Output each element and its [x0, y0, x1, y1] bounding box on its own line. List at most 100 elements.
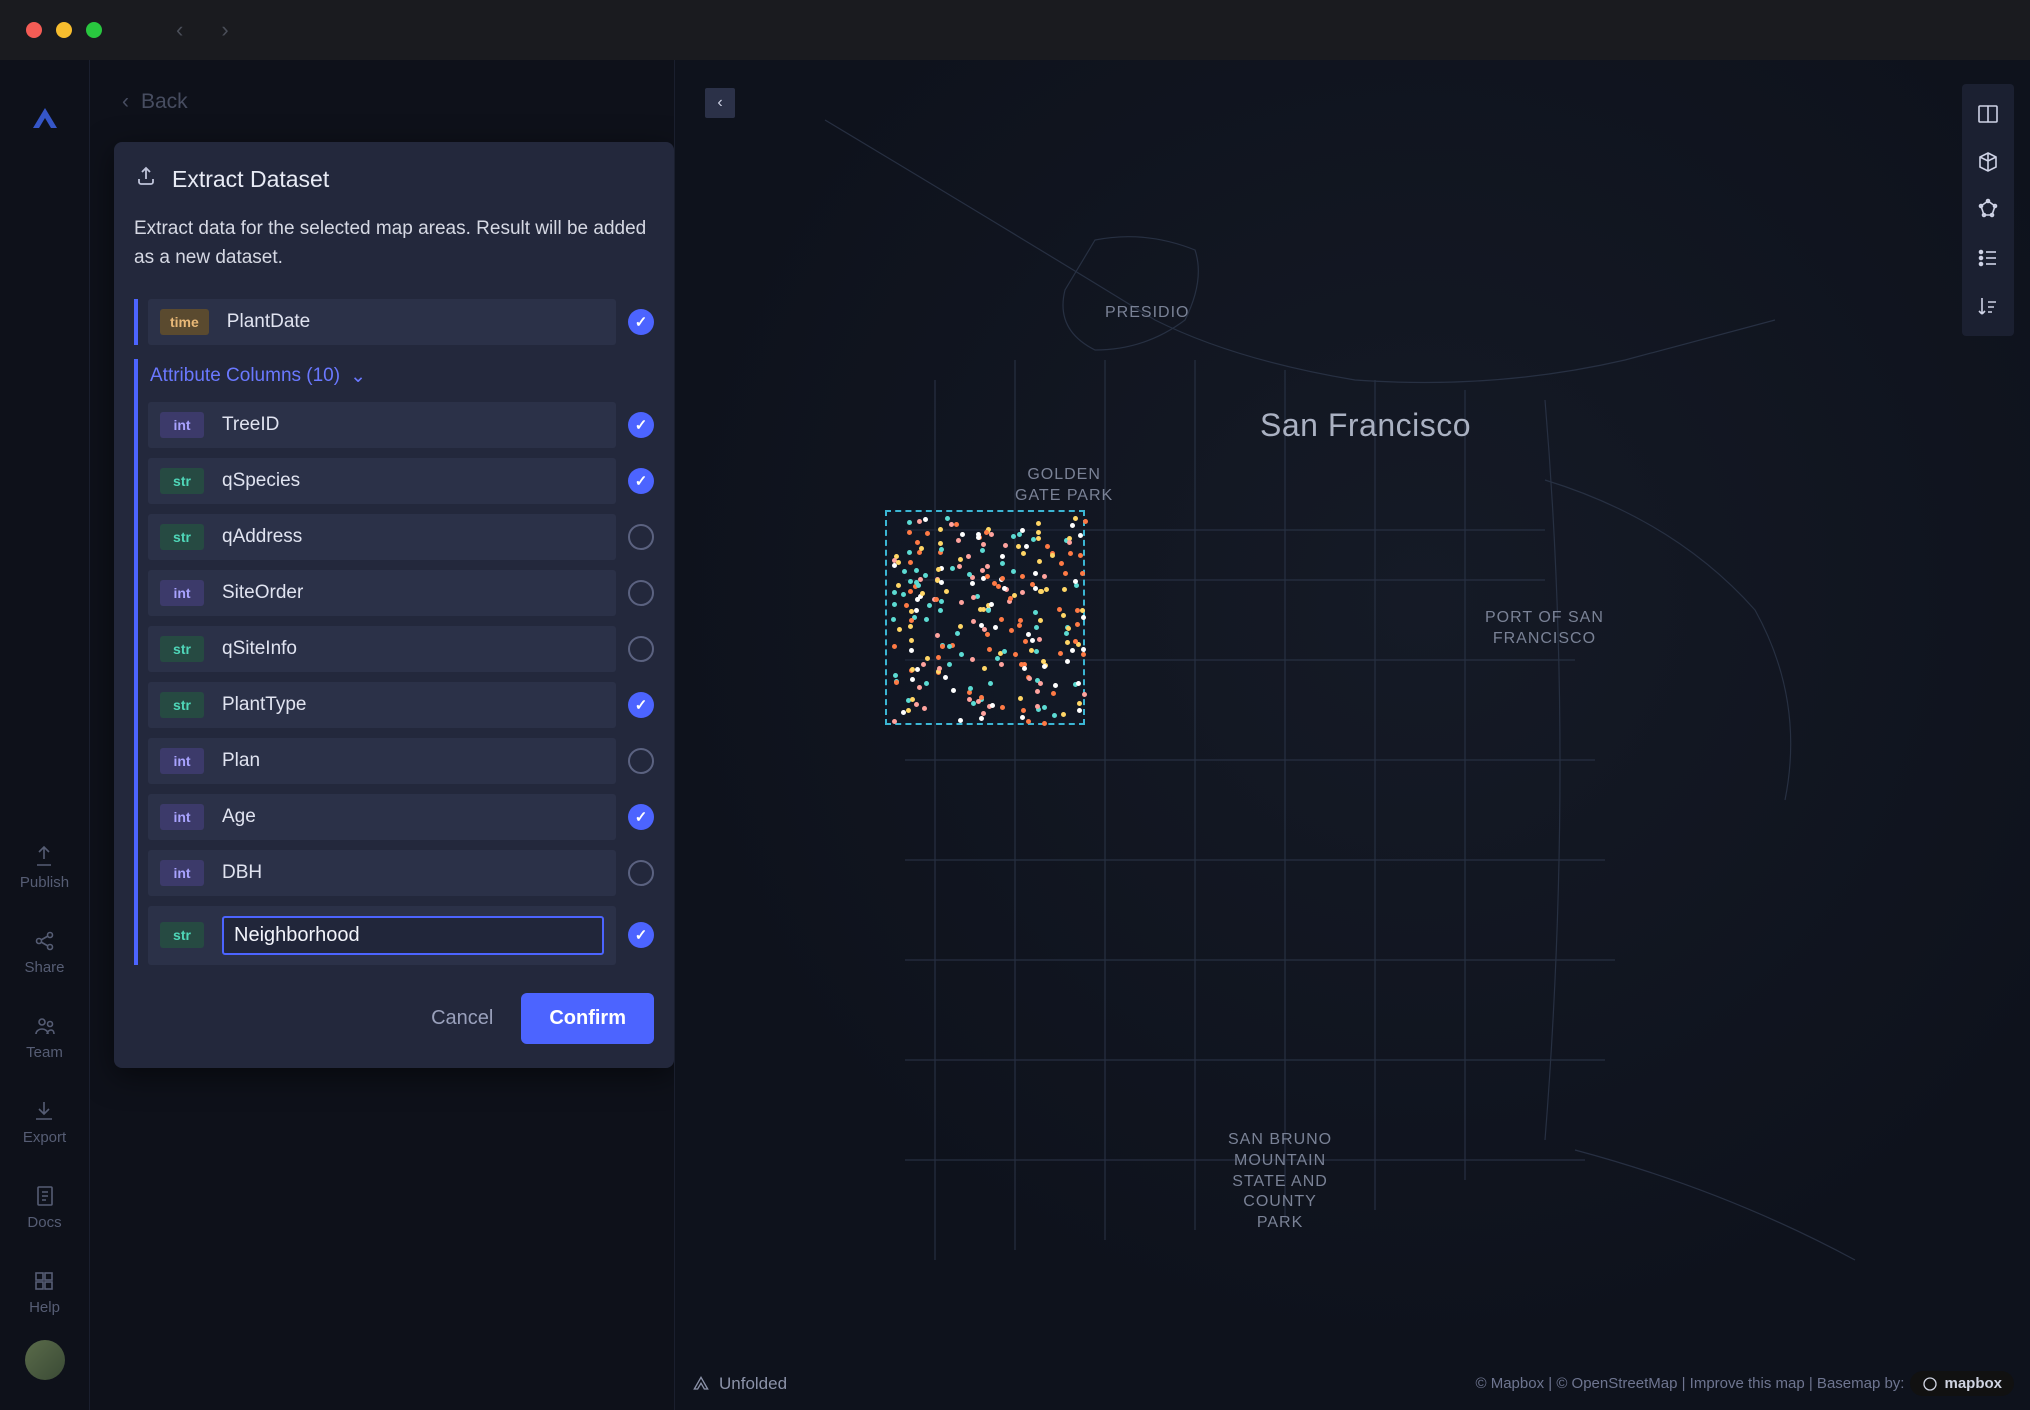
- attribute-chip[interactable]: intSiteOrder: [148, 570, 616, 616]
- data-point: [989, 602, 994, 607]
- back-label: Back: [141, 90, 188, 114]
- data-point: [999, 662, 1004, 667]
- map-canvas[interactable]: PRESIDIO San Francisco GOLDEN GATE PARK …: [675, 60, 2030, 1410]
- app-logo[interactable]: [25, 100, 65, 145]
- data-point: [950, 566, 955, 571]
- data-point: [1073, 516, 1078, 521]
- draw-polygon-button[interactable]: [1974, 196, 2002, 224]
- data-point: [914, 608, 919, 613]
- data-point: [939, 547, 944, 552]
- back-button[interactable]: ‹ Back: [90, 78, 674, 126]
- share-button[interactable]: Share: [24, 915, 64, 990]
- data-point: [896, 583, 901, 588]
- window-zoom-button[interactable]: [86, 22, 102, 38]
- data-point: [938, 541, 943, 546]
- time-column-chip[interactable]: time PlantDate: [148, 299, 616, 345]
- side-panel: ‹ Back Extract Dataset Extract data for …: [90, 60, 675, 1410]
- brand-mark: Unfolded: [691, 1374, 787, 1394]
- attribution-text[interactable]: © Mapbox | © OpenStreetMap | Improve thi…: [1476, 1375, 1905, 1392]
- data-point: [1022, 666, 1027, 671]
- attribute-checkbox[interactable]: [628, 468, 654, 494]
- data-point: [1061, 712, 1066, 717]
- data-point: [1052, 713, 1057, 718]
- data-point: [976, 532, 981, 537]
- export-button[interactable]: Export: [23, 1085, 66, 1160]
- attribute-checkbox[interactable]: [628, 524, 654, 550]
- attribute-checkbox[interactable]: [628, 860, 654, 886]
- attribute-chip[interactable]: intPlan: [148, 738, 616, 784]
- data-point: [923, 573, 928, 578]
- attribute-name: PlantType: [222, 694, 307, 716]
- data-point: [1020, 590, 1025, 595]
- attribute-section-toggle[interactable]: Attribute Columns (10) ⌄: [148, 359, 654, 392]
- attribute-checkbox[interactable]: [628, 748, 654, 774]
- split-view-button[interactable]: [1974, 100, 2002, 128]
- attribute-checkbox[interactable]: [628, 804, 654, 830]
- attribute-checkbox[interactable]: [628, 580, 654, 606]
- data-point: [1065, 640, 1070, 645]
- docs-button[interactable]: Docs: [27, 1170, 61, 1245]
- attribute-checkbox[interactable]: [628, 922, 654, 948]
- attribute-chip[interactable]: strqSpecies: [148, 458, 616, 504]
- panel-collapse-button[interactable]: ‹: [705, 88, 735, 118]
- data-point: [919, 546, 924, 551]
- data-point: [1003, 543, 1008, 548]
- data-point: [1038, 681, 1043, 686]
- map-label-bruno: SAN BRUNO MOUNTAIN STATE AND COUNTY PARK: [1228, 1130, 1332, 1234]
- sort-button[interactable]: [1974, 292, 2002, 320]
- attribute-chip[interactable]: str: [148, 906, 616, 965]
- data-point: [999, 617, 1004, 622]
- attribute-chip[interactable]: strqAddress: [148, 514, 616, 560]
- team-button[interactable]: Team: [26, 1000, 63, 1075]
- data-point: [958, 718, 963, 723]
- data-point: [1034, 649, 1039, 654]
- nav-back-button[interactable]: ‹: [176, 17, 183, 43]
- data-point: [1065, 659, 1070, 664]
- attribute-row: strqSiteInfo: [148, 626, 654, 672]
- selection-rectangle[interactable]: [885, 510, 1085, 725]
- nav-forward-button[interactable]: ›: [221, 17, 228, 43]
- help-button[interactable]: Help: [29, 1255, 60, 1330]
- attribute-row: strqSpecies: [148, 458, 654, 504]
- attribute-chip[interactable]: intAge: [148, 794, 616, 840]
- data-point: [1036, 530, 1041, 535]
- 3d-view-button[interactable]: [1974, 148, 2002, 176]
- attribute-chip[interactable]: intTreeID: [148, 402, 616, 448]
- attribute-row: intDBH: [148, 850, 654, 896]
- data-point: [1016, 544, 1021, 549]
- attribute-checkbox[interactable]: [628, 412, 654, 438]
- data-point: [995, 656, 1000, 661]
- team-label: Team: [26, 1044, 63, 1061]
- data-point: [915, 540, 920, 545]
- data-point: [910, 697, 915, 702]
- legend-button[interactable]: [1974, 244, 2002, 272]
- window-minimize-button[interactable]: [56, 22, 72, 38]
- data-point: [984, 530, 989, 535]
- data-point: [922, 706, 927, 711]
- help-label: Help: [29, 1299, 60, 1316]
- data-point: [1051, 691, 1056, 696]
- data-point: [982, 627, 987, 632]
- data-point: [959, 652, 964, 657]
- cancel-button[interactable]: Cancel: [431, 1007, 493, 1030]
- attribute-checkbox[interactable]: [628, 636, 654, 662]
- confirm-button[interactable]: Confirm: [521, 993, 654, 1044]
- user-avatar[interactable]: [25, 1340, 65, 1380]
- mapbox-badge[interactable]: mapbox: [1910, 1371, 2014, 1396]
- publish-button[interactable]: Publish: [20, 830, 69, 905]
- data-point: [1082, 692, 1087, 697]
- data-point: [1033, 571, 1038, 576]
- attribute-name-input[interactable]: [222, 916, 604, 955]
- time-column-name: PlantDate: [227, 311, 310, 333]
- attribute-chip[interactable]: strPlantType: [148, 682, 616, 728]
- attribute-chip[interactable]: strqSiteInfo: [148, 626, 616, 672]
- attribute-row: strqAddress: [148, 514, 654, 560]
- attribute-checkbox[interactable]: [628, 692, 654, 718]
- attribute-chip[interactable]: intDBH: [148, 850, 616, 896]
- data-point: [943, 675, 948, 680]
- time-column-checkbox[interactable]: [628, 309, 654, 335]
- window-close-button[interactable]: [26, 22, 42, 38]
- data-point: [1026, 719, 1031, 724]
- type-badge: int: [160, 748, 204, 774]
- data-point: [1050, 553, 1055, 558]
